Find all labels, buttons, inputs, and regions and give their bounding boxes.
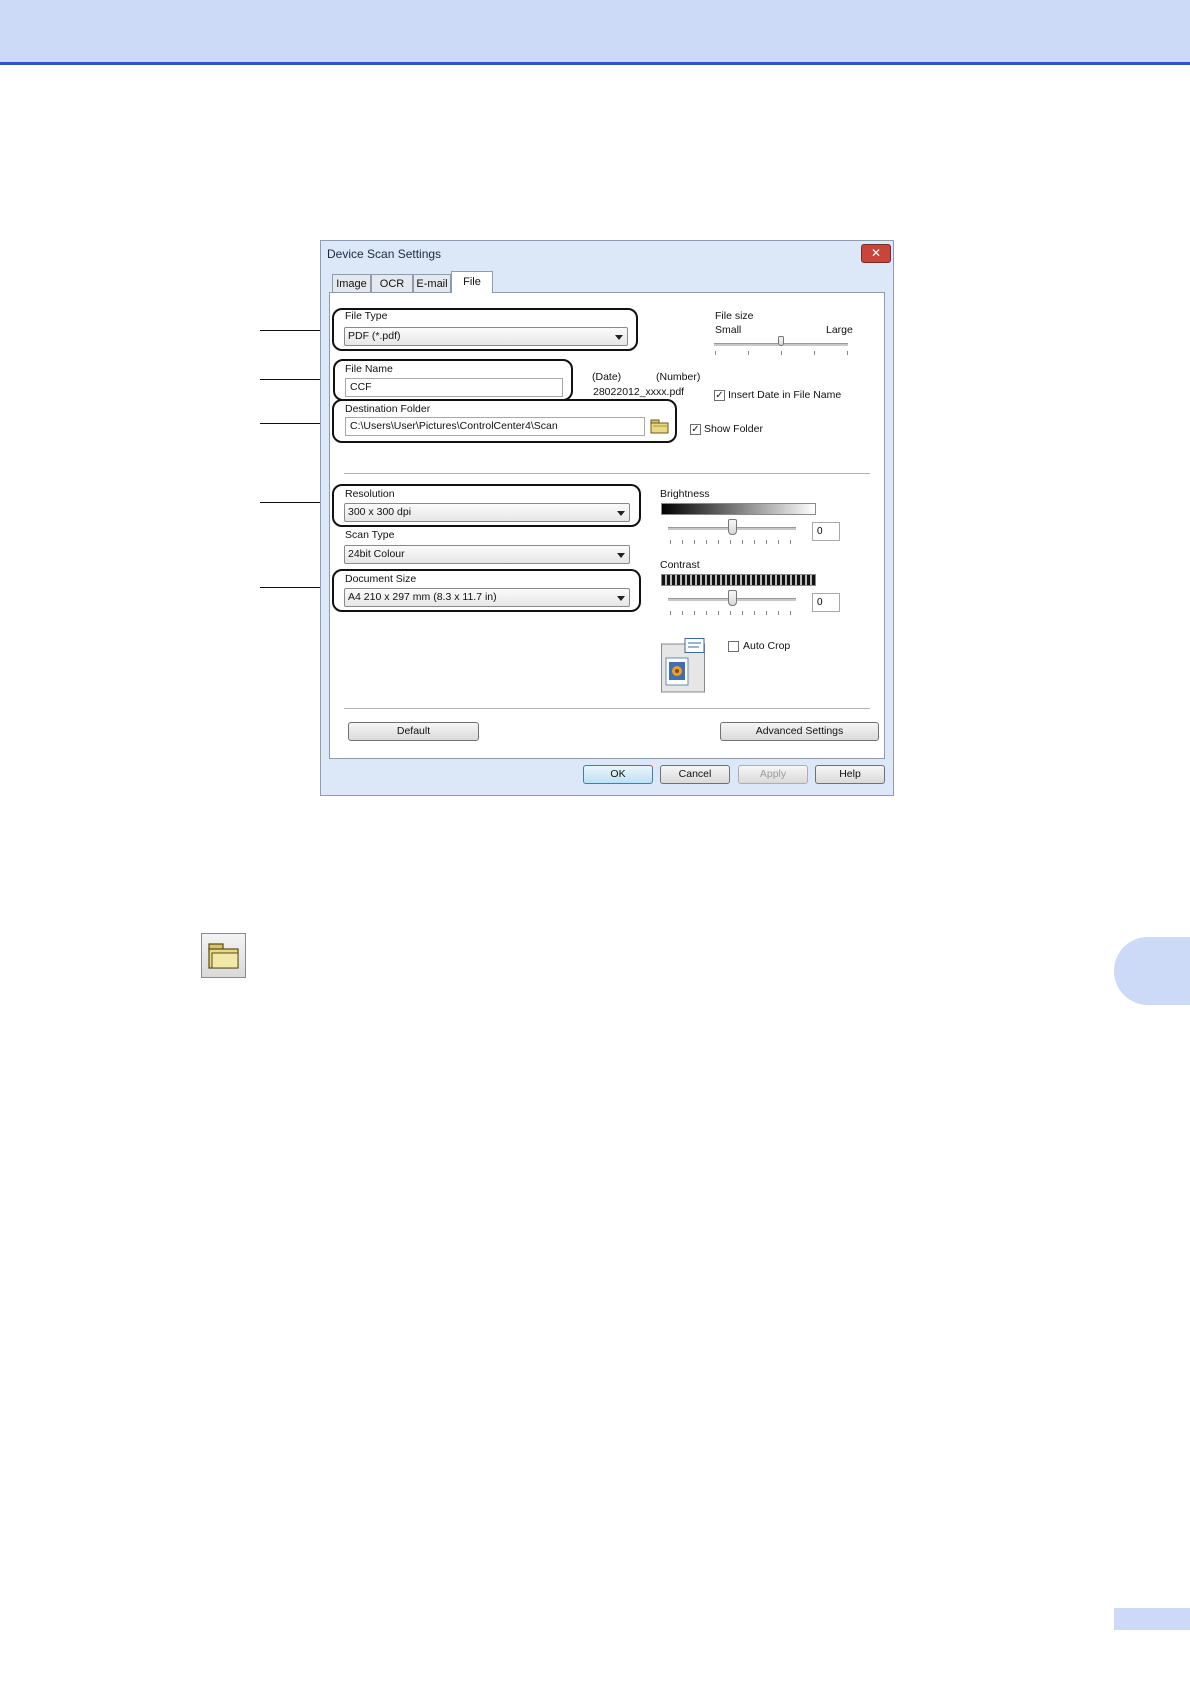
tab-email[interactable]: E-mail (413, 274, 451, 292)
contrast-slider-thumb[interactable] (727, 590, 737, 606)
dialog-title: Device Scan Settings (327, 247, 442, 261)
default-button[interactable]: Default (348, 722, 479, 741)
page-header-band (0, 0, 1190, 65)
brightness-slider-ticks (670, 540, 798, 544)
advanced-settings-button[interactable]: Advanced Settings (720, 722, 879, 741)
show-folder-checkbox[interactable]: ✓ (690, 424, 701, 435)
preview-date-label: (Date) (592, 371, 622, 383)
device-scan-settings-dialog: Device Scan Settings ✕ Image OCR E-mail … (320, 240, 894, 796)
contrast-value-input[interactable]: 0 (812, 593, 840, 612)
auto-crop-checkbox[interactable] (728, 641, 739, 652)
tab-ocr[interactable]: OCR (371, 274, 413, 292)
cancel-button[interactable]: Cancel (660, 765, 730, 784)
preview-number-label: (Number) (656, 371, 701, 383)
check-icon: ✓ (715, 390, 724, 401)
contrast-slider-ticks (670, 611, 798, 615)
file-size-label: File size (715, 310, 754, 322)
folder-browse-icon (201, 933, 246, 978)
contrast-pattern-bar (661, 574, 816, 586)
help-button[interactable]: Help (815, 765, 885, 784)
insert-date-checkbox[interactable]: ✓ (714, 390, 725, 401)
page-number-tab (1114, 1608, 1190, 1630)
file-settings-panel: File Type PDF (*.pdf) File size Small La… (329, 292, 885, 759)
tab-file[interactable]: File (451, 271, 493, 293)
auto-crop-preview-icon (661, 638, 706, 693)
scan-type-select[interactable]: 24bit Colour (344, 545, 630, 564)
callout-frame-resolution (332, 484, 641, 527)
callout-frame-file-name (333, 359, 573, 401)
insert-date-label: Insert Date in File Name (728, 389, 842, 401)
close-button[interactable]: ✕ (861, 244, 891, 263)
scan-type-value: 24bit Colour (348, 548, 405, 560)
scan-type-label: Scan Type (345, 529, 395, 541)
brightness-slider-thumb[interactable] (727, 519, 737, 535)
file-size-slider-thumb[interactable] (778, 336, 784, 346)
file-size-large-label: Large (826, 324, 853, 336)
footer-divider (344, 708, 870, 709)
check-icon: ✓ (691, 424, 700, 435)
file-size-slider-ticks (715, 351, 849, 355)
apply-button[interactable]: Apply (738, 765, 808, 784)
file-name-preview: 28022012_xxxx.pdf (593, 386, 685, 398)
callout-frame-destination (332, 399, 677, 443)
auto-crop-label: Auto Crop (743, 640, 791, 652)
brightness-label: Brightness (660, 488, 710, 500)
file-size-small-label: Small (715, 324, 742, 336)
brightness-value-input[interactable]: 0 (812, 522, 840, 541)
section-divider (344, 473, 870, 474)
tab-image[interactable]: Image (332, 274, 371, 292)
callout-frame-document-size (332, 569, 641, 612)
chapter-side-tab (1114, 937, 1190, 1005)
contrast-label: Contrast (660, 559, 700, 571)
callout-frame-file-type (332, 308, 638, 351)
ok-button[interactable]: OK (583, 765, 653, 784)
chevron-down-icon (617, 553, 625, 558)
show-folder-label: Show Folder (704, 423, 763, 435)
brightness-gradient-bar (661, 503, 816, 515)
